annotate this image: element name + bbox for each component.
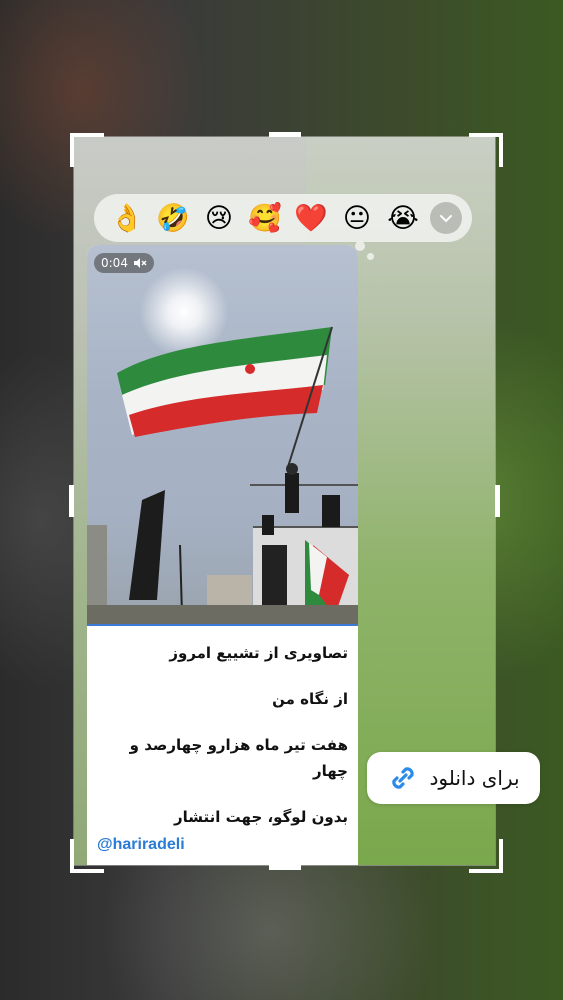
crop-handle-top-right[interactable]	[469, 133, 503, 167]
chevron-down-icon	[440, 215, 452, 223]
crop-handle-bottom-right[interactable]	[469, 839, 503, 873]
download-button[interactable]: برای دانلود	[367, 752, 540, 804]
reaction-bar: 👌 🤣 😢 🥰 ❤️ 😐 😭	[94, 194, 472, 242]
crop-handle-left[interactable]	[69, 485, 74, 517]
neutral-face-icon[interactable]: 😐	[334, 196, 380, 240]
rofl-icon[interactable]: 🤣	[150, 196, 196, 240]
speaker-muted-icon[interactable]	[133, 257, 147, 269]
video-thumbnail[interactable]: 0:04	[87, 245, 358, 626]
ok-hand-icon[interactable]: 👌	[104, 196, 150, 240]
download-label: برای دانلود	[429, 766, 520, 790]
expand-reactions-button[interactable]	[430, 202, 462, 234]
caption-line-3: هفت تیر ماه هزارو چهارصد و چهار	[129, 736, 348, 780]
link-icon	[392, 767, 415, 789]
caption-line-4: بدون لوگو، جهت انتشار	[174, 808, 348, 826]
caption-line-2: از نگاه من	[272, 690, 348, 708]
smiling-hearts-icon[interactable]: 🥰	[242, 196, 288, 240]
crop-handle-top-left[interactable]	[70, 133, 104, 167]
video-duration-badge: 0:04	[94, 253, 154, 273]
author-handle-link[interactable]: @hariradeli	[97, 836, 185, 854]
caption-line-1: تصاویری از تشییع امروز	[169, 644, 348, 662]
video-duration: 0:04	[101, 256, 128, 270]
reaction-tail-dot-small	[367, 253, 374, 260]
message-bubble[interactable]: 0:04 تصاویری از تشییع امروز از نگاه من ه…	[87, 245, 358, 865]
video-progress-bar	[87, 624, 358, 626]
crying-face-icon[interactable]: 😢	[196, 196, 242, 240]
crop-handle-bottom[interactable]	[269, 865, 301, 870]
red-heart-icon[interactable]: ❤️	[288, 196, 334, 240]
flag-scene-image	[87, 326, 358, 626]
crop-handle-right[interactable]	[495, 485, 500, 517]
message-caption: تصاویری از تشییع امروز از نگاه من هفت تی…	[87, 626, 358, 830]
crop-handle-top[interactable]	[269, 132, 301, 137]
loudly-crying-icon[interactable]: 😭	[380, 196, 426, 240]
